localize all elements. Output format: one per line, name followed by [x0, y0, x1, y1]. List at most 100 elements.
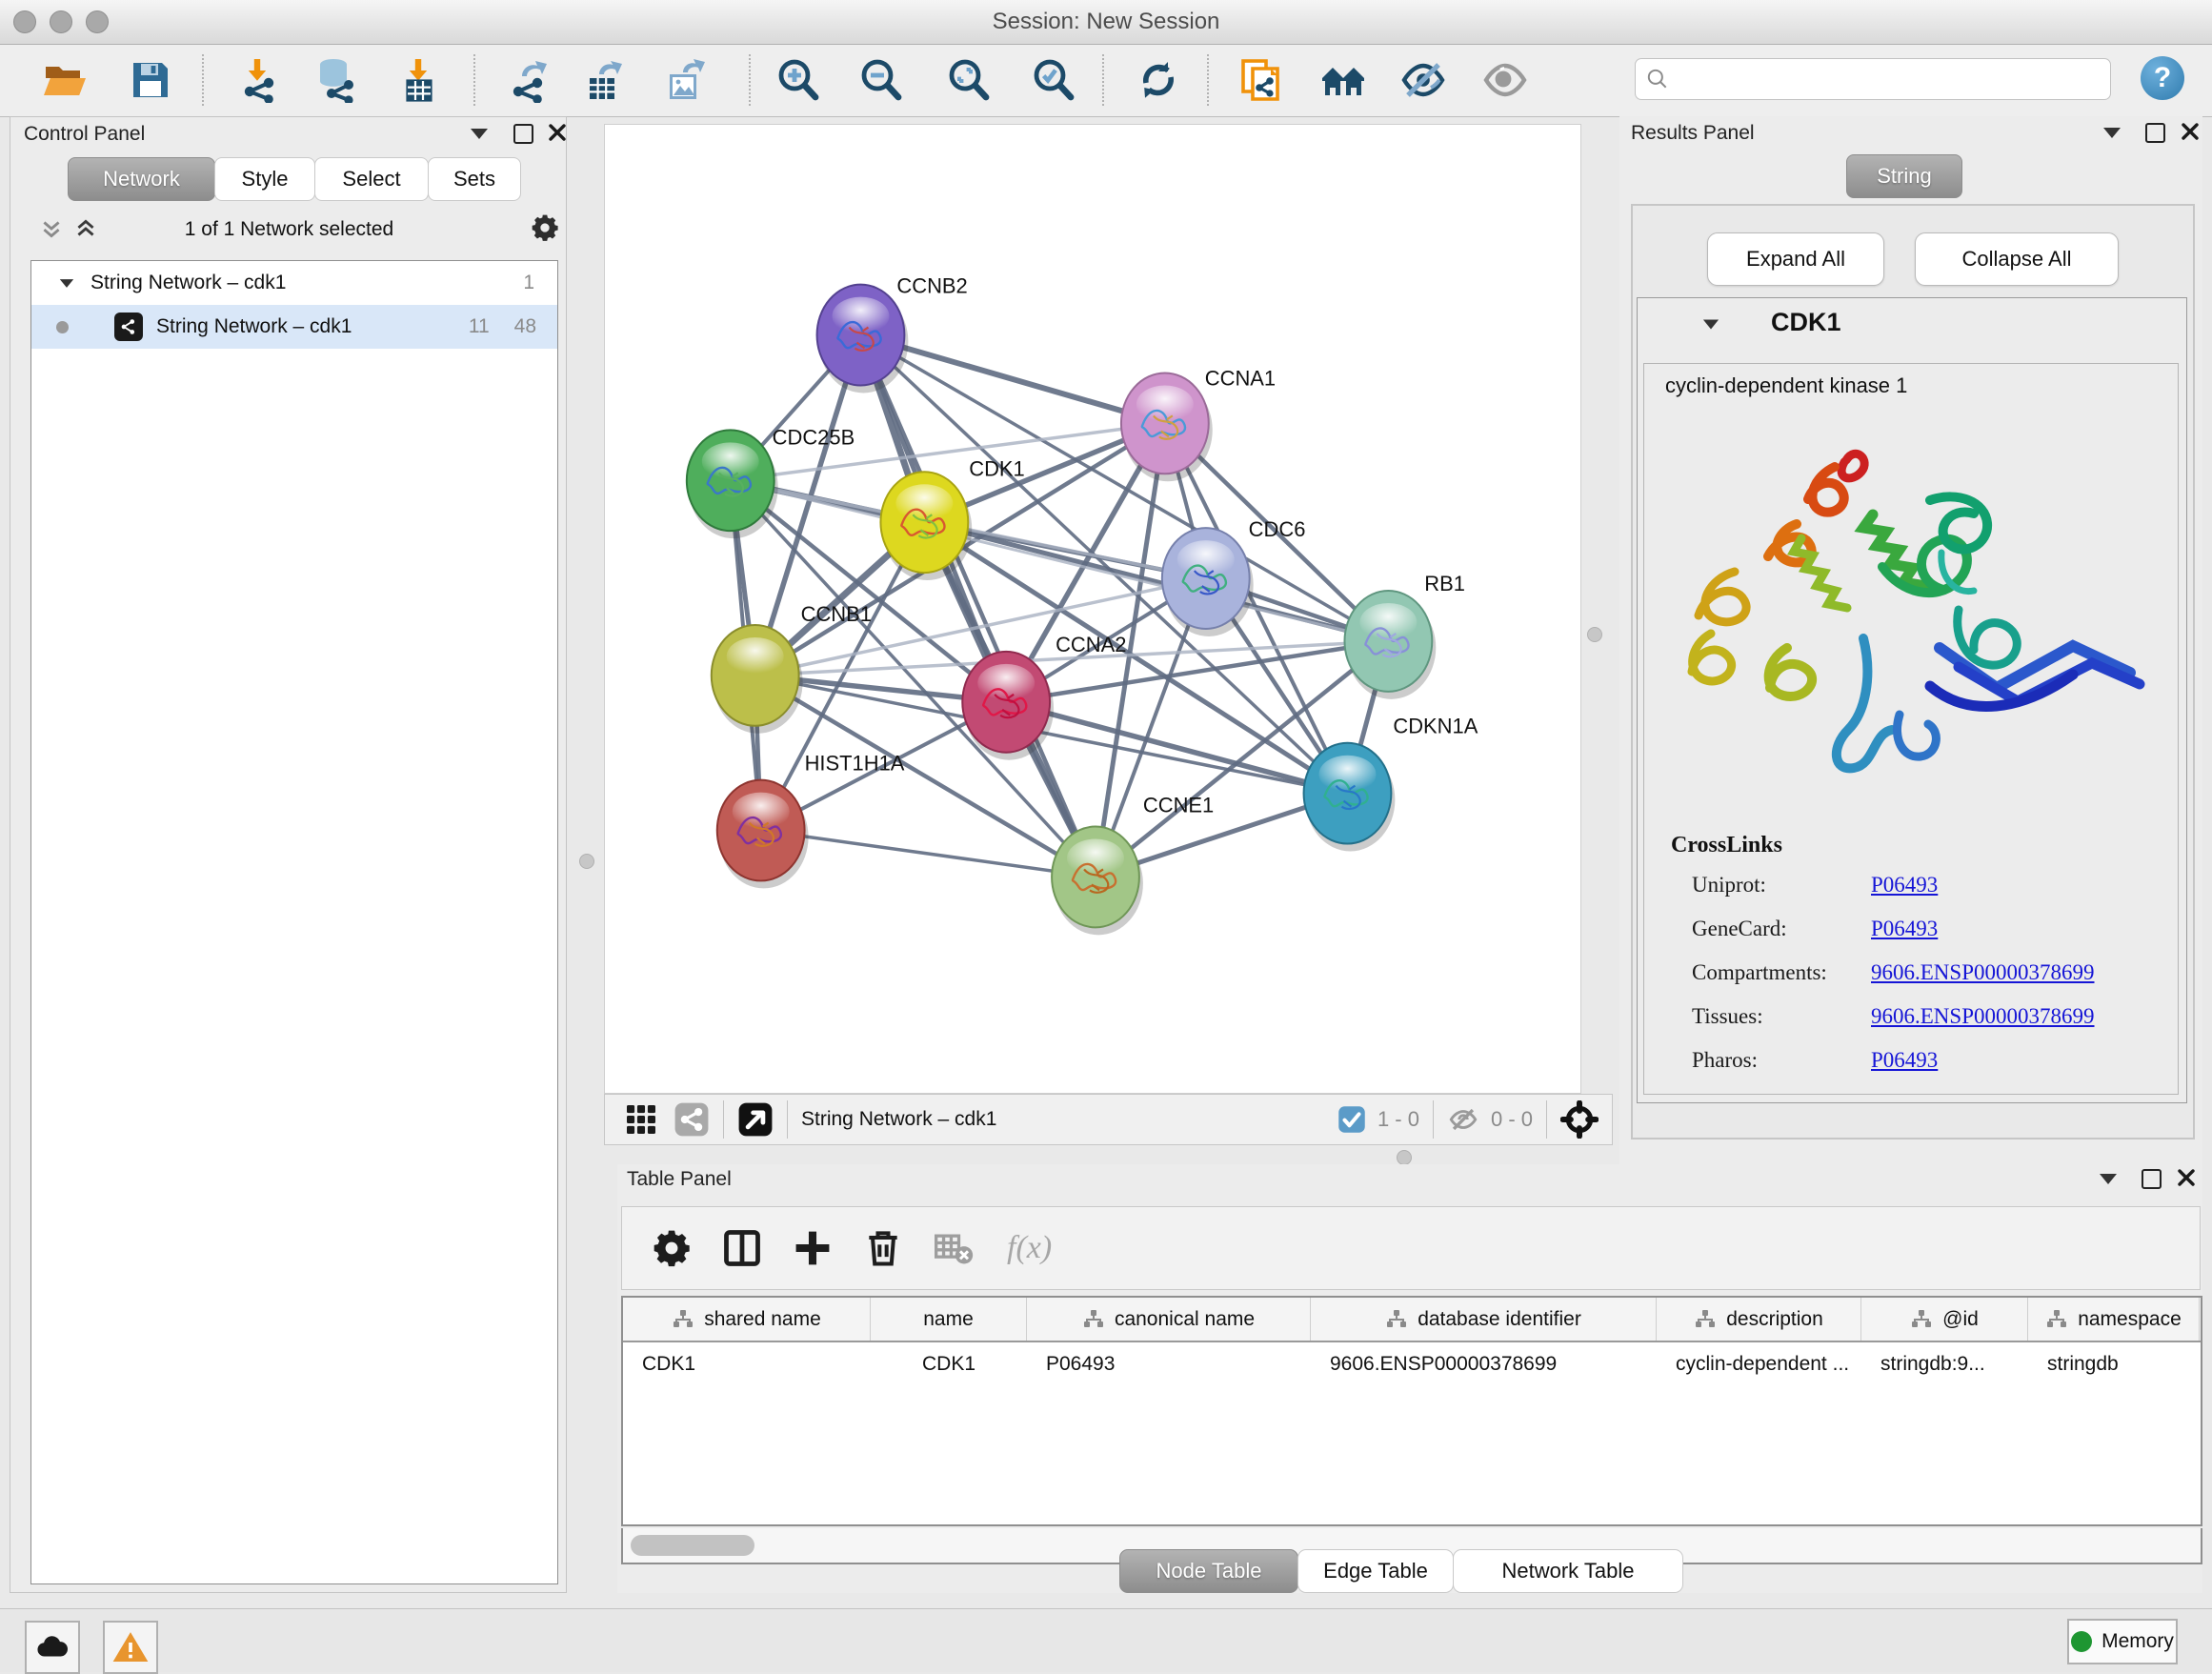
add-column-icon[interactable] [792, 1227, 834, 1269]
tab-network[interactable]: Network [68, 157, 215, 201]
help-button[interactable]: ? [2141, 56, 2184, 100]
node-CDKN1A[interactable]: CDKN1A [1304, 715, 1478, 852]
protein-collapse-icon[interactable] [1703, 320, 1719, 330]
selected-checkbox-icon[interactable] [1337, 1105, 1366, 1134]
bottom-divider-handle[interactable] [1397, 1150, 1412, 1165]
hidden-eye-icon[interactable] [1447, 1103, 1479, 1136]
column-header-description[interactable]: description [1657, 1298, 1861, 1341]
delete-column-icon[interactable] [862, 1227, 904, 1269]
node-label-CCNA1: CCNA1 [1205, 366, 1276, 390]
node-table[interactable]: shared namenamecanonical namedatabase id… [621, 1296, 2202, 1526]
search-input[interactable] [1670, 68, 2083, 91]
show-columns-icon[interactable] [721, 1227, 763, 1269]
clone-network-button[interactable] [1237, 57, 1283, 103]
column-type-icon [1082, 1308, 1105, 1331]
network-graph[interactable]: CCNB2CCNA1CDC25BCDK1CDC6RB1CCNB1CCNA2CDK… [605, 125, 1580, 1093]
table-options-gear-icon[interactable] [651, 1227, 693, 1269]
left-divider-handle[interactable] [579, 854, 594, 869]
import-table-button[interactable] [395, 57, 441, 103]
tab-sets[interactable]: Sets [428, 157, 521, 201]
control-panel-close-icon[interactable] [549, 124, 566, 141]
refresh-layout-button[interactable] [1136, 57, 1181, 103]
table-cell[interactable]: 9606.ENSP00000378699 [1311, 1342, 1657, 1385]
zoom-in-button[interactable] [775, 57, 821, 103]
collapse-all-button[interactable]: Collapse All [1915, 232, 2119, 286]
crosslink-genecard-link[interactable]: P06493 [1871, 917, 1938, 941]
import-network-file-button[interactable] [234, 57, 280, 103]
delete-table-icon[interactable] [933, 1227, 975, 1269]
column-header--id[interactable]: @id [1861, 1298, 2028, 1341]
zoom-selected-button[interactable] [1031, 57, 1076, 103]
column-type-icon [672, 1308, 694, 1331]
export-network-button[interactable] [507, 57, 553, 103]
save-session-button[interactable] [128, 57, 173, 103]
crosslink-compartments-link[interactable]: 9606.ENSP00000378699 [1871, 960, 2095, 985]
network-share-icon[interactable] [674, 1101, 710, 1138]
column-header-database-identifier[interactable]: database identifier [1311, 1298, 1657, 1341]
table-cell[interactable]: CDK1 [871, 1342, 1027, 1385]
tab-style[interactable]: Style [214, 157, 315, 201]
table-cell[interactable]: stringdb:9... [1861, 1342, 2028, 1385]
network-row-selected[interactable]: String Network – cdk1 11 48 [31, 305, 557, 349]
node-CDK1[interactable]: CDK1 [880, 456, 1024, 580]
table-panel-close-icon[interactable] [2178, 1169, 2195, 1186]
column-header-namespace[interactable]: namespace [2028, 1298, 2200, 1341]
tab-node-table[interactable]: Node Table [1119, 1549, 1298, 1593]
table-cell[interactable]: P06493 [1027, 1342, 1311, 1385]
birds-eye-view-button[interactable] [1482, 57, 1528, 103]
import-network-database-button[interactable] [312, 57, 358, 103]
node-CCNA1[interactable]: CCNA1 [1121, 366, 1276, 481]
node-HIST1H1A[interactable]: HIST1H1A [717, 752, 905, 889]
collection-expand-icon[interactable] [60, 279, 73, 288]
results-panel-collapse-icon[interactable] [2103, 128, 2121, 138]
column-header-canonical-name[interactable]: canonical name [1027, 1298, 1311, 1341]
zoom-out-button[interactable] [858, 57, 904, 103]
expand-all-button[interactable]: Expand All [1707, 232, 1884, 286]
results-panel-float-icon[interactable] [2145, 123, 2165, 143]
edge-CCNE1-HIST1H1A[interactable] [761, 831, 1096, 877]
memory-button[interactable]: Memory [2067, 1619, 2178, 1664]
table-panel-collapse-icon[interactable] [2100, 1174, 2117, 1184]
home-networks-button[interactable] [1320, 57, 1366, 103]
network-collection-row[interactable]: String Network – cdk1 1 [31, 261, 557, 305]
network-options-gear-icon[interactable] [530, 212, 560, 243]
export-image-button[interactable] [662, 57, 708, 103]
tab-string[interactable]: String [1846, 154, 1962, 198]
table-cell[interactable]: stringdb [2028, 1342, 2200, 1385]
toggle-graphics-details-button[interactable] [1400, 57, 1446, 103]
node-CCNE1[interactable]: CCNE1 [1052, 794, 1214, 936]
search-field[interactable] [1635, 58, 2111, 100]
node-CDC6[interactable]: CDC6 [1162, 517, 1306, 636]
node-RB1[interactable]: RB1 [1344, 572, 1465, 699]
function-builder-icon[interactable]: f(x) [1007, 1230, 1052, 1266]
column-header-shared-name[interactable]: shared name [623, 1298, 871, 1341]
control-panel-collapse-icon[interactable] [471, 129, 488, 139]
table-panel-float-icon[interactable] [2142, 1169, 2162, 1189]
open-session-button[interactable] [42, 57, 88, 103]
center-view-icon[interactable] [1560, 1100, 1599, 1139]
open-in-window-icon[interactable] [737, 1101, 774, 1138]
tab-network-table[interactable]: Network Table [1453, 1549, 1683, 1593]
network-view[interactable]: CCNB2CCNA1CDC25BCDK1CDC6RB1CCNB1CCNA2CDK… [604, 124, 1581, 1094]
warnings-button[interactable] [103, 1621, 158, 1674]
grid-view-icon[interactable] [624, 1102, 658, 1137]
table-row[interactable]: CDK1CDK1P064939606.ENSP00000378699cyclin… [623, 1342, 2201, 1385]
right-divider-handle[interactable] [1587, 627, 1602, 642]
window-title: Session: New Session [0, 9, 2212, 35]
tab-select[interactable]: Select [314, 157, 429, 201]
column-header-name[interactable]: name [871, 1298, 1027, 1341]
table-hscrollbar-thumb[interactable] [631, 1535, 754, 1556]
node-CDC25B[interactable]: CDC25B [687, 425, 855, 538]
table-cell[interactable]: cyclin-dependent ... [1657, 1342, 1861, 1385]
table-cell[interactable]: CDK1 [623, 1342, 871, 1385]
node-CCNB2[interactable]: CCNB2 [817, 274, 968, 393]
crosslink-tissues-link[interactable]: 9606.ENSP00000378699 [1871, 1004, 2095, 1029]
crosslink-pharos-link[interactable]: P06493 [1871, 1048, 1938, 1073]
crosslink-uniprot-link[interactable]: P06493 [1871, 873, 1938, 898]
results-panel-close-icon[interactable] [2182, 123, 2199, 140]
cloud-button[interactable] [25, 1621, 80, 1674]
tab-edge-table[interactable]: Edge Table [1297, 1549, 1454, 1593]
export-table-button[interactable] [580, 57, 626, 103]
control-panel-float-icon[interactable] [513, 124, 533, 144]
zoom-fit-button[interactable] [946, 57, 992, 103]
